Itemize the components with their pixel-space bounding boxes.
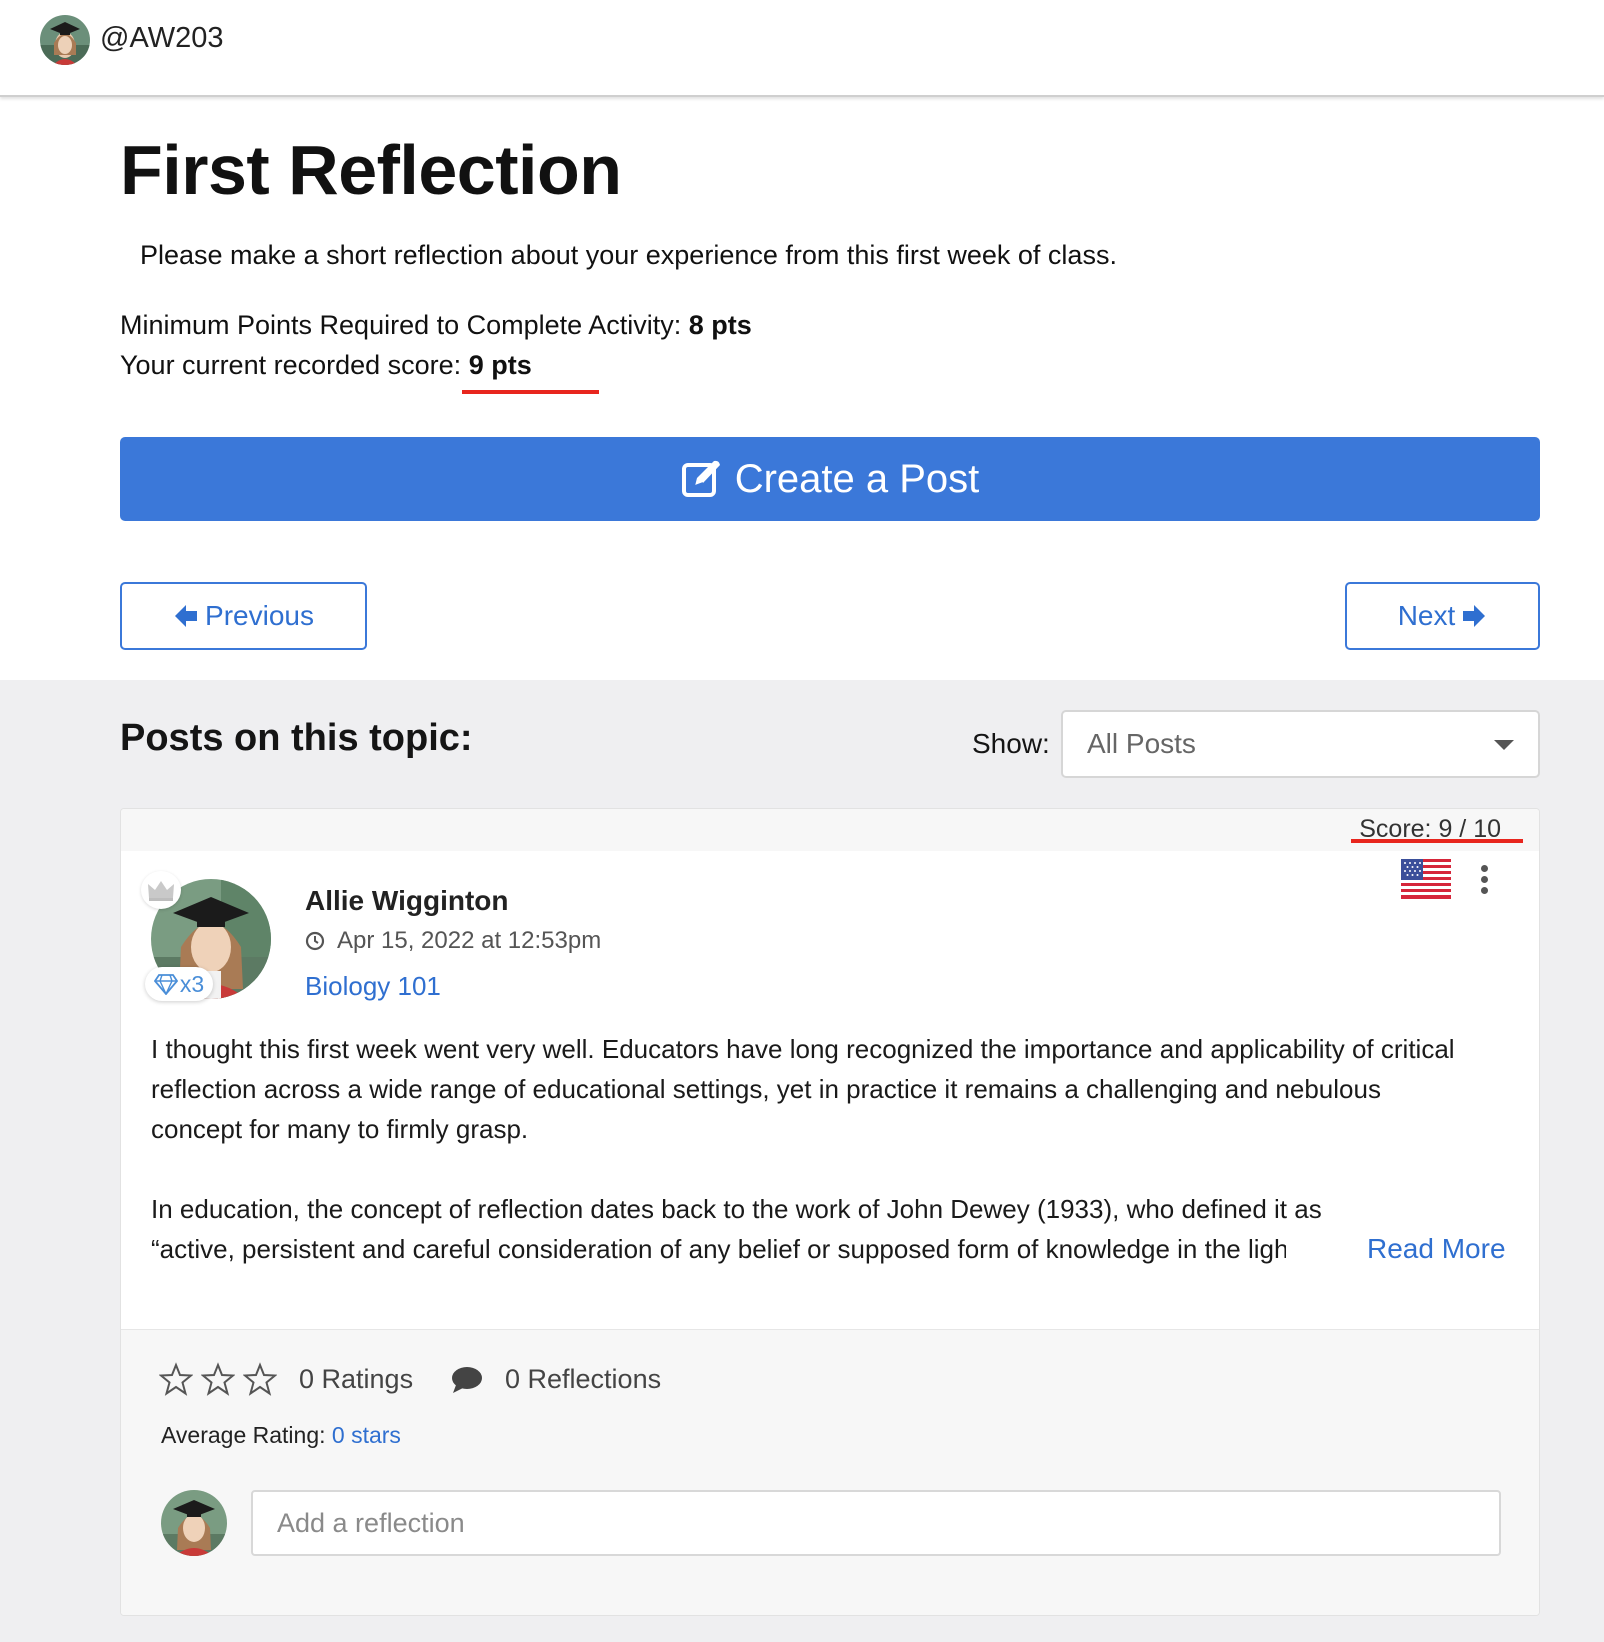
crown-icon xyxy=(141,871,181,909)
create-post-button[interactable]: Create a Post xyxy=(120,437,1540,521)
next-label: Next xyxy=(1397,600,1456,631)
clock-icon xyxy=(305,931,325,951)
posts-heading: Posts on this topic: xyxy=(120,717,473,759)
arrow-right-icon xyxy=(1463,605,1486,627)
activity-prompt: Please make a short reflection about you… xyxy=(140,240,1117,270)
star-icon[interactable] xyxy=(201,1362,235,1396)
edit-icon xyxy=(681,460,720,497)
minimum-points: Minimum Points Required to Complete Acti… xyxy=(120,310,752,341)
post-timestamp-text: Apr 15, 2022 at 12:53pm xyxy=(337,927,602,954)
reflections-count[interactable]: 0 Reflections xyxy=(505,1364,661,1395)
show-filter-label: Show: xyxy=(972,728,1050,759)
kebab-menu-icon[interactable] xyxy=(1479,865,1489,895)
show-filter-select[interactable]: All Posts xyxy=(1061,710,1540,778)
gem-icon xyxy=(153,974,178,995)
chevron-down-icon xyxy=(1494,740,1514,750)
post-timestamp: Apr 15, 2022 at 12:53pm xyxy=(305,927,601,955)
top-bar: @AW203 xyxy=(0,0,1604,97)
minimum-points-value: 8 pts xyxy=(688,310,752,340)
current-score-label: Your current recorded score: xyxy=(120,350,469,380)
read-more-link[interactable]: Read More xyxy=(1361,1233,1506,1265)
ratings-count[interactable]: 0 Ratings xyxy=(299,1364,413,1395)
comment-icon xyxy=(452,1367,482,1393)
previous-button[interactable]: Previous xyxy=(120,582,367,650)
show-filter-value: All Posts xyxy=(1087,728,1196,759)
page-title: First Reflection xyxy=(120,131,622,209)
post-footer: 0 Ratings 0 Reflections Average Rating: … xyxy=(121,1329,1539,1615)
username: @AW203 xyxy=(100,22,224,54)
user-avatar[interactable] xyxy=(40,15,90,65)
gem-count: x3 xyxy=(179,970,205,997)
previous-label: Previous xyxy=(205,600,314,631)
post-score-highlight-underline xyxy=(1351,839,1523,843)
us-flag-icon xyxy=(1401,859,1451,899)
post-paragraph-1: I thought this first week went very well… xyxy=(151,1034,1455,1144)
add-reflection-input[interactable] xyxy=(251,1490,1501,1556)
current-score: Your current recorded score: 9 pts xyxy=(120,350,532,381)
minimum-points-label: Minimum Points Required to Complete Acti… xyxy=(120,310,689,340)
gem-badge: x3 xyxy=(145,967,213,1001)
average-rating-value[interactable]: 0 stars xyxy=(332,1422,401,1448)
post-paragraph-2-line-2: “active, persistent and careful consider… xyxy=(151,1234,1286,1264)
post-paragraph-2-line-1: In education, the concept of reflection … xyxy=(151,1194,1322,1224)
create-post-label: Create a Post xyxy=(734,456,980,501)
star-icon[interactable] xyxy=(243,1362,277,1396)
score-highlight-underline xyxy=(462,390,599,394)
posts-section: Posts on this topic: Show: All Posts Sco… xyxy=(0,680,1604,1642)
post-body: I thought this first week went very well… xyxy=(151,1029,1456,1269)
course-link[interactable]: Biology 101 xyxy=(305,971,441,1002)
post-card: Score: 9 / 10 x3 Allie Wigginton Apr 15,… xyxy=(120,808,1540,1616)
average-rating-label: Average Rating: xyxy=(161,1422,332,1448)
next-button[interactable]: Next xyxy=(1345,582,1540,650)
star-rating[interactable] xyxy=(159,1362,285,1396)
author-name: Allie Wigginton xyxy=(305,885,509,916)
post-card-header: Score: 9 / 10 xyxy=(121,809,1539,851)
current-score-value: 9 pts xyxy=(468,350,532,380)
average-rating: Average Rating: 0 stars xyxy=(161,1422,401,1449)
star-icon[interactable] xyxy=(159,1362,193,1396)
arrow-left-icon xyxy=(175,605,198,627)
reply-avatar xyxy=(161,1490,227,1556)
